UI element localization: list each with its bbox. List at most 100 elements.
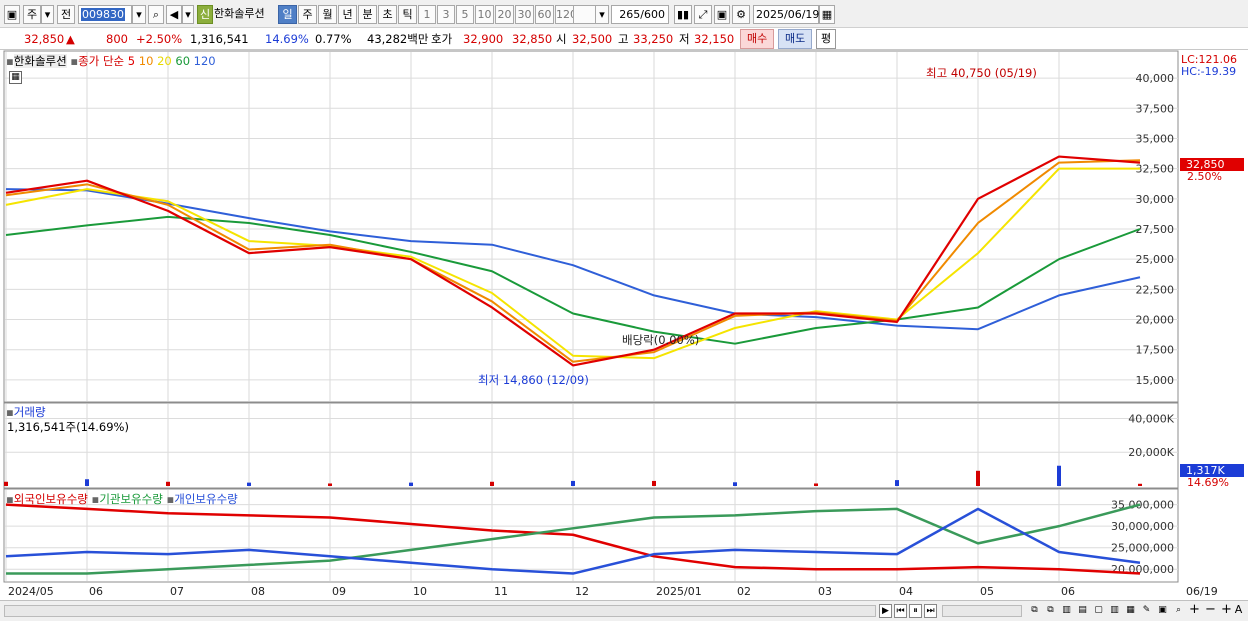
volume-bar	[166, 481, 170, 486]
open-label: 시	[556, 32, 567, 46]
legend-individual: 개인보유수량	[174, 492, 238, 506]
period-tab-0[interactable]: 일	[278, 5, 297, 24]
market-select[interactable]: 주	[23, 5, 41, 24]
prev-button[interactable]: 전	[57, 5, 75, 24]
x-axis-label: 05	[980, 585, 994, 598]
auto-scale-icon[interactable]: A	[1232, 604, 1245, 618]
pause-icon[interactable]: ⏸	[909, 604, 922, 618]
minute-tab-30[interactable]: 30	[515, 5, 534, 24]
magnifier-icon[interactable]: ⌕	[1172, 604, 1185, 618]
legend-ma60: 60	[175, 54, 191, 68]
minute-tab-20[interactable]: 20	[495, 5, 514, 24]
volume-bar	[814, 483, 818, 486]
window-icon[interactable]: ▣	[4, 5, 20, 24]
stock-chart-svg[interactable]: 40,000 37,500 35,000 32,500 30,000 27,500 25,0…	[0, 50, 1248, 600]
stock-code-input[interactable]: 009830	[78, 5, 132, 24]
buy-button[interactable]: 매수	[740, 29, 775, 49]
high-label: 고	[618, 32, 629, 46]
chart-area[interactable]: 40,000 37,500 35,000 32,500 30,000 27,500 25,0…	[0, 50, 1248, 600]
evaluate-button[interactable]: 평	[816, 29, 837, 49]
price-y-tick: 22,500	[1136, 283, 1175, 296]
panel-split-icon[interactable]: ⧉	[1044, 604, 1057, 618]
price-y-tick: 20,000	[1136, 314, 1175, 327]
zoom-out-icon[interactable]: −	[1204, 603, 1217, 618]
grid-toggle-icon[interactable]: ▦	[9, 71, 22, 84]
minute-tab-3[interactable]: 3	[437, 5, 455, 24]
current-pct-tag: 2.50%	[1187, 170, 1222, 183]
legend-institution: 기관보유수량	[99, 492, 163, 506]
gear-icon[interactable]: ⚙	[732, 5, 750, 24]
panel-box-icon[interactable]: ▢	[1092, 604, 1105, 618]
x-axis-label: 08	[251, 585, 265, 598]
x-axis-label: 06	[89, 585, 103, 598]
speaker-icon[interactable]: ◀	[166, 5, 182, 24]
open-price: 32,500	[572, 32, 613, 46]
minute-tab-10[interactable]: 10	[475, 5, 494, 24]
search-icon[interactable]: ⌕	[148, 5, 164, 24]
edit-icon[interactable]: ✎	[1140, 604, 1153, 618]
save-icon[interactable]: ▣	[714, 5, 730, 24]
trade-amount: 43,282백만	[367, 32, 429, 46]
scroll-last-icon[interactable]: ⏭	[924, 604, 937, 618]
legend-ma-label: 종가 단순	[78, 54, 125, 68]
price-y-tick: 35,000	[1136, 132, 1175, 145]
minute-tab-60[interactable]: 60	[535, 5, 554, 24]
panel-mini-icon[interactable]: ▣	[1156, 604, 1169, 618]
volume-bar	[1057, 465, 1061, 486]
volume-bar	[4, 481, 8, 486]
calendar-icon[interactable]: ▦	[819, 5, 835, 24]
volume-bar	[247, 482, 251, 486]
price-y-tick: 40,000	[1136, 72, 1175, 85]
scroll-next-icon[interactable]: ▶	[879, 604, 892, 618]
legend-ma10: 10	[138, 54, 154, 68]
stock-name: 한화솔루션	[214, 5, 276, 24]
price-y-tick: 32,500	[1136, 163, 1175, 176]
volume-title: 거래량	[13, 405, 46, 419]
custom-period-dropdown-icon[interactable]: ▾	[595, 5, 609, 24]
candle-type-icon[interactable]: ▮▮	[674, 5, 692, 24]
price-y-tick: 17,500	[1136, 344, 1175, 357]
scroll-first-icon[interactable]: ⏮	[894, 604, 907, 618]
chevron-down-icon[interactable]: ▾	[41, 5, 54, 24]
price-change-pct: +2.50%	[136, 32, 183, 46]
bid-price: 32,850	[512, 32, 553, 46]
code-dropdown-icon[interactable]: ▾	[132, 5, 146, 24]
sell-button[interactable]: 매도	[778, 29, 813, 49]
date-input[interactable]: 2025/06/19	[753, 5, 819, 24]
volume-panel-frame	[3, 402, 1179, 489]
panel-bar-icon[interactable]: ▤	[1076, 604, 1089, 618]
period-tab-4[interactable]: 분	[358, 5, 377, 24]
price-y-tick: 15,000	[1136, 374, 1175, 387]
period-tab-6[interactable]: 틱	[398, 5, 417, 24]
panel-layout-icon[interactable]: ⧉	[1028, 604, 1041, 618]
x-axis-label: 02	[737, 585, 751, 598]
scroll-track[interactable]	[4, 605, 876, 617]
volume-y-tick: 20,000K	[1128, 446, 1174, 459]
period-tab-2[interactable]: 월	[318, 5, 337, 24]
speaker-dropdown-icon[interactable]: ▾	[182, 5, 194, 24]
draw-tool-icon[interactable]: ⤢	[694, 5, 712, 24]
minute-tab-5[interactable]: 5	[456, 5, 474, 24]
volume-bar	[490, 481, 494, 486]
minute-tab-1[interactable]: 1	[418, 5, 436, 24]
zoom-slider[interactable]	[942, 605, 1022, 617]
zoom-in-icon[interactable]: +	[1188, 603, 1201, 618]
bar-count-input[interactable]: 265/600	[611, 5, 669, 24]
period-tab-3[interactable]: 년	[338, 5, 357, 24]
panel-grid-icon[interactable]: ▦	[1124, 604, 1137, 618]
volume-y-tick: 40,000K	[1128, 412, 1174, 425]
toolbar: ▣ 주 ▾ 전 009830 ▾ ⌕ ◀ ▾ 신 한화솔루션 일주월년분초틱 1…	[0, 0, 1248, 28]
up-arrow-icon: ▲	[66, 32, 75, 46]
high-price: 33,250	[633, 32, 674, 46]
ask-label: 호가	[431, 32, 453, 46]
volume-pct-tag: 14.69%	[1187, 476, 1229, 489]
stock-name-text: 한화솔루션	[214, 7, 265, 20]
panel-chart-icon[interactable]: ▥	[1060, 604, 1073, 618]
low-label: 저	[679, 32, 690, 46]
period-tab-1[interactable]: 주	[298, 5, 317, 24]
holdings-legend: ▪외국인보유수량 ▪기관보유수량 ▪개인보유수량	[6, 492, 238, 506]
panel-stack-icon[interactable]: ▥	[1108, 604, 1121, 618]
period-tab-5[interactable]: 초	[378, 5, 397, 24]
bottom-scrollbar: ▶ ⏮ ⏸ ⏭ ⧉ ⧉ ▥ ▤ ▢ ▥ ▦ ✎ ▣ ⌕ + − + A	[0, 600, 1248, 621]
trade-volume: 1,316,541	[190, 32, 249, 46]
